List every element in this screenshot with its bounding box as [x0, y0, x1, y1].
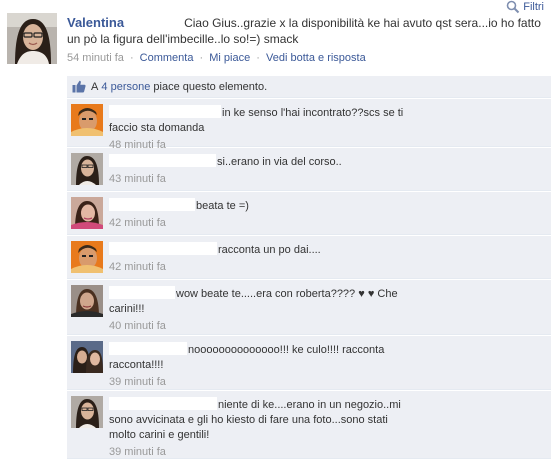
comment-time: 42 minuti fa [109, 261, 166, 273]
comment-item: noooooooooooooo!!! ke culo!!!! racconta … [67, 336, 551, 390]
commenter-name[interactable] [109, 342, 187, 355]
like-link[interactable]: Mi piace [209, 52, 250, 64]
likes-suffix: piace questo elemento. [153, 80, 268, 93]
comment-time: 39 minuti fa [109, 446, 166, 458]
comment-time: 40 minuti fa [109, 320, 166, 332]
post-meta: 54 minuti fa · Commenta · Mi piace · Ved… [67, 52, 366, 64]
commenter-avatar[interactable] [71, 396, 103, 428]
post-message-line: Valentina Ciao Gius..grazie x la disponib… [67, 15, 551, 47]
see-thread-link[interactable]: Vedi botta e risposta [266, 52, 366, 64]
comment-link[interactable]: Commenta [140, 52, 194, 64]
comment-time: 43 minuti fa [109, 173, 166, 185]
comment-text: beata te =) [196, 200, 249, 212]
likes-prefix: A [91, 80, 99, 93]
comment-item: si..erano in via del corso.. 43 minuti f… [67, 148, 551, 191]
filter-button[interactable]: Filtri [506, 0, 544, 14]
commenter-name[interactable] [109, 397, 217, 410]
commenter-name[interactable] [109, 105, 221, 118]
author-avatar[interactable] [7, 13, 57, 64]
likes-row: A 4 persone piace questo elemento. [67, 76, 551, 98]
commenter-name[interactable] [109, 154, 216, 167]
commenter-avatar[interactable] [71, 197, 103, 229]
commenter-name[interactable] [109, 286, 175, 299]
comment-item: beata te =) 42 minuti fa [67, 192, 551, 235]
comment-time: 39 minuti fa [109, 376, 166, 388]
commenter-name[interactable] [109, 198, 195, 211]
post-message: Ciao Gius..grazie x la disponibilità ke … [67, 16, 541, 46]
comment-item: wow beate te.....era con roberta???? ♥ ♥… [67, 280, 551, 335]
comment-text: si..erano in via del corso.. [217, 156, 342, 168]
magnifier-icon [506, 0, 520, 14]
comment-time: 42 minuti fa [109, 217, 166, 229]
comment-item: racconta un po dai.... 42 minuti fa [67, 236, 551, 279]
comment-item: in ke senso l'hai incontrato??scs se ti … [67, 99, 551, 151]
comment-item: niente di ke....erano in un negozio..mi … [67, 391, 551, 459]
post-time: 54 minuti fa [67, 52, 124, 64]
commenter-avatar[interactable] [71, 104, 103, 136]
commenter-name[interactable] [109, 242, 217, 255]
filter-label: Filtri [523, 1, 544, 13]
thumbs-up-icon [72, 80, 86, 93]
feedback-panel: A 4 persone piace questo elemento. in ke… [67, 76, 551, 459]
author-name[interactable]: Valentina [67, 15, 124, 30]
post-body: Valentina Ciao Gius..grazie x la disponib… [67, 15, 551, 64]
commenter-avatar[interactable] [71, 153, 103, 185]
likes-people-link[interactable]: 4 persone [101, 81, 150, 93]
commenter-avatar[interactable] [71, 285, 103, 317]
commenter-avatar[interactable] [71, 241, 103, 273]
commenter-avatar[interactable] [71, 341, 103, 373]
comment-text: racconta un po dai.... [218, 244, 321, 256]
